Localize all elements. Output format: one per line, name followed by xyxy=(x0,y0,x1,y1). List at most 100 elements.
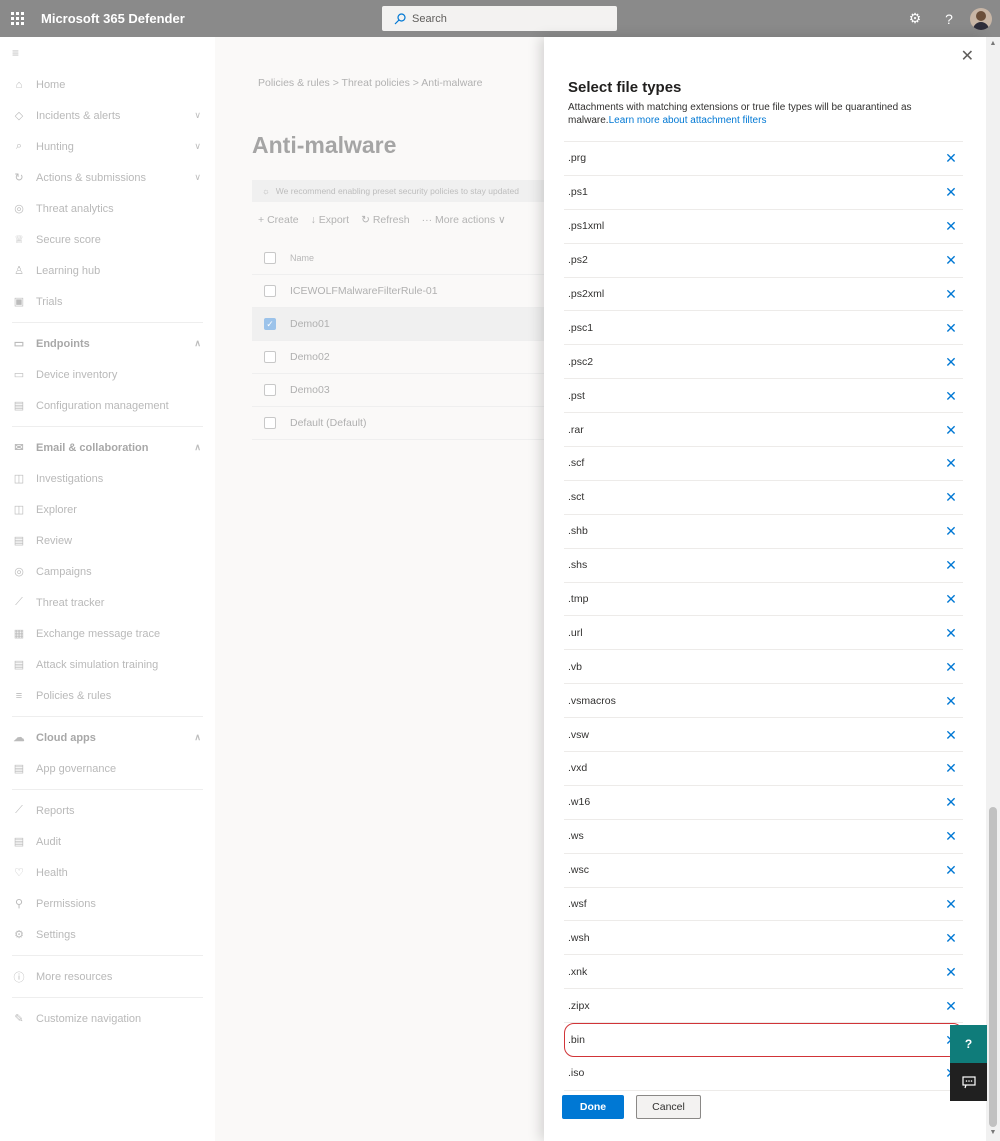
remove-icon[interactable]: ✕ xyxy=(943,999,959,1013)
cancel-button[interactable]: Cancel xyxy=(636,1095,701,1119)
remove-icon[interactable]: ✕ xyxy=(943,660,959,674)
file-type-label: .rar xyxy=(568,423,584,436)
file-type-label: .vb xyxy=(568,660,583,673)
done-button[interactable]: Done xyxy=(562,1095,624,1119)
nav-item-exchange-trace[interactable]: ▦ Exchange message trace xyxy=(0,618,215,649)
nav-item-secure-score[interactable]: ♕ Secure score xyxy=(0,224,215,255)
row-checkbox[interactable] xyxy=(264,351,276,363)
file-type-label: .vxd xyxy=(568,762,588,775)
nav-item-actions[interactable]: ↻ Actions & submissions ∨ xyxy=(0,162,215,193)
recommendation-banner: ☼ We recommend enabling preset security … xyxy=(252,180,552,202)
table-row[interactable]: ✓ Demo01 xyxy=(252,308,552,341)
remove-icon[interactable]: ✕ xyxy=(943,185,959,199)
nav-section-endpoints[interactable]: ▭ Endpoints ∧ xyxy=(0,328,215,359)
nav-item-more-resources[interactable]: ⓘ More resources xyxy=(0,961,215,992)
remove-icon[interactable]: ✕ xyxy=(943,694,959,708)
row-checkbox[interactable] xyxy=(264,417,276,429)
nav-item-threat-analytics[interactable]: ◎ Threat analytics xyxy=(0,193,215,224)
hamburger-icon[interactable]: ≡ xyxy=(0,37,215,69)
remove-icon[interactable]: ✕ xyxy=(943,389,959,403)
remove-icon[interactable]: ✕ xyxy=(943,151,959,165)
remove-icon[interactable]: ✕ xyxy=(943,355,959,369)
table-row[interactable]: Demo02 xyxy=(252,341,552,374)
scroll-up-icon[interactable]: ▲ xyxy=(989,40,997,48)
more-actions-button[interactable]: ··· More actions ∨ xyxy=(422,214,506,226)
nav-item-incidents[interactable]: ◇ Incidents & alerts ∨ xyxy=(0,100,215,131)
remove-icon[interactable]: ✕ xyxy=(943,219,959,233)
nav-item-health[interactable]: ♡ Health xyxy=(0,857,215,888)
remove-icon[interactable]: ✕ xyxy=(943,761,959,775)
remove-icon[interactable]: ✕ xyxy=(943,931,959,945)
scroll-down-icon[interactable]: ▼ xyxy=(989,1129,997,1137)
remove-icon[interactable]: ✕ xyxy=(943,965,959,979)
nav-item-configuration-management[interactable]: ▤ Configuration management xyxy=(0,390,215,421)
file-type-label: .xnk xyxy=(568,965,588,978)
table-row[interactable]: Demo03 xyxy=(252,374,552,407)
nav-item-attack-simulation[interactable]: ▤ Attack simulation training xyxy=(0,649,215,680)
nav-item-learning-hub[interactable]: ♙ Learning hub xyxy=(0,255,215,286)
app-title[interactable]: Microsoft 365 Defender xyxy=(41,11,185,26)
tracker-icon: ⟋ xyxy=(15,596,23,608)
review-icon: ▤ xyxy=(13,535,25,547)
help-icon[interactable]: ? xyxy=(932,0,966,37)
scrollbar[interactable]: ▲ ▼ xyxy=(986,37,1000,1141)
nav-item-hunting[interactable]: ⌕ Hunting ∨ xyxy=(0,131,215,162)
nav-item-customize-navigation[interactable]: ✎ Customize navigation xyxy=(0,1003,215,1034)
nav-item-home[interactable]: ⌂ Home xyxy=(0,69,215,100)
remove-icon[interactable]: ✕ xyxy=(943,321,959,335)
breadcrumb[interactable]: Policies & rules > Threat policies > Ant… xyxy=(258,77,483,89)
nav-item-trials[interactable]: ▣ Trials xyxy=(0,286,215,317)
nav-section-cloud-apps[interactable]: ☁ Cloud apps ∧ xyxy=(0,722,215,753)
panel-description: Attachments with matching extensions or … xyxy=(568,101,958,127)
nav-item-permissions[interactable]: ⚲ Permissions xyxy=(0,888,215,919)
column-header-name[interactable]: Name xyxy=(290,253,314,263)
settings-gear-icon[interactable]: ⚙ xyxy=(898,0,932,37)
export-button[interactable]: ↓ Export xyxy=(311,214,350,226)
remove-icon[interactable]: ✕ xyxy=(943,524,959,538)
nav-item-app-governance[interactable]: ▤ App governance xyxy=(0,753,215,784)
table-row[interactable]: ICEWOLFMalwareFilterRule-01 xyxy=(252,275,552,308)
refresh-button[interactable]: ↻ Refresh xyxy=(361,214,409,226)
avatar[interactable] xyxy=(970,7,992,30)
remove-icon[interactable]: ✕ xyxy=(943,287,959,301)
app-launcher-button[interactable] xyxy=(0,0,34,37)
nav-item-settings[interactable]: ⚙ Settings xyxy=(0,919,215,950)
remove-icon[interactable]: ✕ xyxy=(943,592,959,606)
nav-item-policies-rules[interactable]: ≡ Policies & rules xyxy=(0,680,215,711)
remove-icon[interactable]: ✕ xyxy=(943,253,959,267)
select-all-checkbox[interactable] xyxy=(264,252,276,264)
remove-icon[interactable]: ✕ xyxy=(943,863,959,877)
nav-section-email[interactable]: ✉ Email & collaboration ∧ xyxy=(0,432,215,463)
learn-more-link[interactable]: Learn more about attachment filters xyxy=(609,115,767,126)
remove-icon[interactable]: ✕ xyxy=(943,456,959,470)
remove-icon[interactable]: ✕ xyxy=(943,829,959,843)
nav-item-reports[interactable]: ⟋ Reports xyxy=(0,795,215,826)
help-assistant-button[interactable]: ? xyxy=(950,1025,987,1063)
nav-item-explorer[interactable]: ◫ Explorer xyxy=(0,494,215,525)
investigations-icon: ◫ xyxy=(13,473,25,485)
close-icon[interactable]: ✕ xyxy=(961,49,974,65)
create-button[interactable]: + Create xyxy=(258,214,299,226)
table-row[interactable]: Default (Default) xyxy=(252,407,552,440)
remove-icon[interactable]: ✕ xyxy=(943,626,959,640)
search-box[interactable]: Search xyxy=(382,6,617,31)
row-checkbox[interactable] xyxy=(264,285,276,297)
remove-icon[interactable]: ✕ xyxy=(943,897,959,911)
remove-icon[interactable]: ✕ xyxy=(943,490,959,504)
nav-item-audit[interactable]: ▤ Audit xyxy=(0,826,215,857)
nav-item-campaigns[interactable]: ◎ Campaigns xyxy=(0,556,215,587)
scroll-thumb[interactable] xyxy=(989,807,997,1127)
top-bar: Microsoft 365 Defender Search ⚙ ? xyxy=(0,0,1000,37)
remove-icon[interactable]: ✕ xyxy=(943,558,959,572)
feedback-button[interactable] xyxy=(950,1063,987,1101)
nav-item-device-inventory[interactable]: ▭ Device inventory xyxy=(0,359,215,390)
row-checkbox[interactable] xyxy=(264,384,276,396)
file-type-row: .iso✕ xyxy=(564,1057,963,1091)
nav-item-investigations[interactable]: ◫ Investigations xyxy=(0,463,215,494)
nav-item-threat-tracker[interactable]: ⟋ Threat tracker xyxy=(0,587,215,618)
remove-icon[interactable]: ✕ xyxy=(943,728,959,742)
remove-icon[interactable]: ✕ xyxy=(943,423,959,437)
remove-icon[interactable]: ✕ xyxy=(943,795,959,809)
row-checkbox[interactable]: ✓ xyxy=(264,318,276,330)
nav-item-review[interactable]: ▤ Review xyxy=(0,525,215,556)
